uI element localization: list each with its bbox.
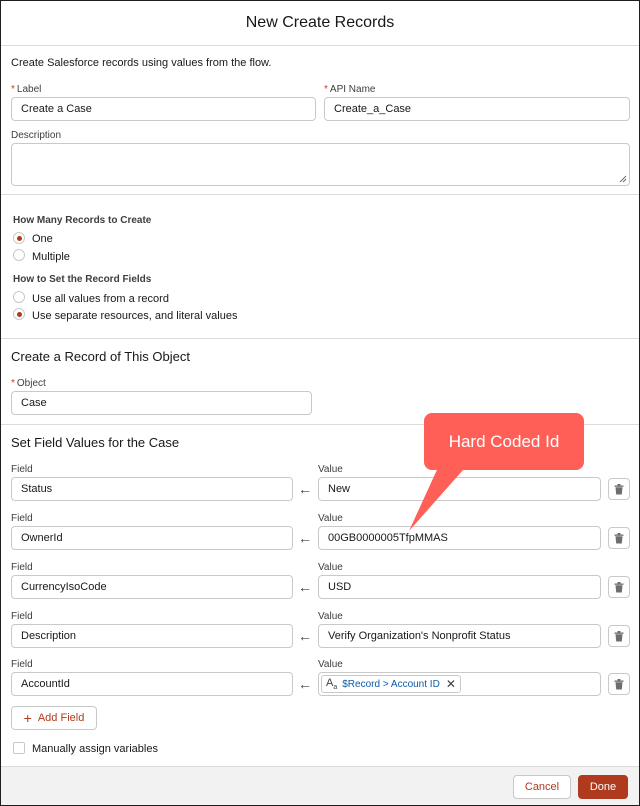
left-arrow-icon: ← [298,579,312,595]
how-many-label: How Many Records to Create [13,215,152,226]
left-arrow-icon: ← [298,676,312,692]
value-label: Value [318,562,343,573]
value-label: Value [318,611,343,622]
label-input[interactable]: Create a Case [11,97,316,121]
done-button[interactable]: Done [578,775,628,799]
value-input-description[interactable]: Verify Organization's Nonprofit Status [318,624,601,648]
left-arrow-icon: ← [298,481,312,497]
radio-separate-resources-label: Use separate resources, and literal valu… [32,310,238,322]
manual-assign-label: Manually assign variables [32,743,158,755]
modal-header: New Create Records [1,1,639,46]
field-label: Field [11,659,33,670]
radio-separate-resources[interactable] [13,308,25,320]
field-input-status[interactable]: Status [11,477,293,501]
trash-icon[interactable] [608,527,630,549]
api-name-field-label: * API Name [324,84,376,95]
left-arrow-icon: ← [298,628,312,644]
description-field-label: Description [11,130,62,141]
plus-icon: + [23,710,32,726]
value-input-accountid[interactable]: Aa $Record > Account ID ✕ [318,672,601,696]
manual-assign-checkbox[interactable] [13,742,25,754]
resize-grip-icon[interactable] [619,175,627,183]
field-values-title: Set Field Values for the Case [11,435,180,450]
text-type-icon: Aa [326,676,338,692]
left-arrow-icon: ← [298,530,312,546]
trash-icon[interactable] [608,625,630,647]
api-name-input[interactable]: Create_a_Case [324,97,630,121]
callout-pointer [409,461,471,531]
field-input-ownerid[interactable]: OwnerId [11,526,293,550]
object-section-title: Create a Record of This Object [11,349,190,364]
radio-use-all-values-label: Use all values from a record [32,293,169,305]
radio-use-all-values[interactable] [13,291,25,303]
value-label: Value [318,513,343,524]
resource-pill-label: $Record > Account ID [342,678,440,690]
radio-multiple-label: Multiple [32,251,70,263]
value-label: Value [318,659,343,670]
field-input-currencyisocode[interactable]: CurrencyIsoCode [11,575,293,599]
resource-pill[interactable]: Aa $Record > Account ID ✕ [321,675,461,693]
field-input-description[interactable]: Description [11,624,293,648]
value-input-currencyisocode[interactable]: USD [318,575,601,599]
divider [1,194,639,195]
modal-title: New Create Records [245,14,395,31]
trash-icon[interactable] [608,478,630,500]
radio-multiple[interactable] [13,249,25,261]
field-label: Field [11,513,33,524]
cancel-button[interactable]: Cancel [513,775,571,799]
close-icon[interactable]: ✕ [446,677,456,691]
trash-icon[interactable] [608,576,630,598]
add-field-button[interactable]: + Add Field [11,706,97,730]
label-field-label: * Label [11,84,42,95]
create-records-modal: New Create Records Create Salesforce rec… [0,0,640,806]
trash-icon[interactable] [608,673,630,695]
modal-footer: Cancel Done [1,766,639,805]
object-field-label: * Object [11,378,46,389]
description-textarea[interactable] [11,143,630,186]
field-input-accountid[interactable]: AccountId [11,672,293,696]
value-label: Value [318,464,343,475]
radio-one-label: One [32,233,53,245]
field-label: Field [11,562,33,573]
divider [1,338,639,339]
field-label: Field [11,464,33,475]
radio-one[interactable] [13,232,25,244]
intro-text: Create Salesforce records using values f… [11,57,272,69]
field-label: Field [11,611,33,622]
object-input[interactable]: Case [11,391,312,415]
how-set-label: How to Set the Record Fields [13,274,152,285]
